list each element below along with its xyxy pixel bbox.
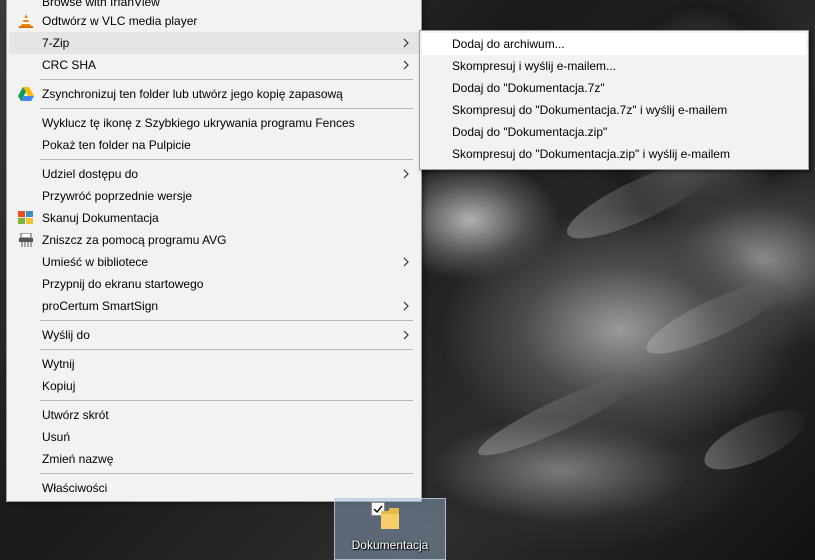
menu-item-label: Pokaż ten folder na Pulpicie: [42, 138, 191, 152]
chevron-right-icon: [403, 301, 409, 311]
menu-separator: [40, 108, 413, 109]
menu-separator: [40, 320, 413, 321]
desktop-icon-label: Dokumentacja: [351, 538, 429, 552]
menu-item-label: Udziel dostępu do: [42, 167, 139, 181]
menu-item-restore-versions[interactable]: Przywróć poprzednie wersje: [9, 185, 419, 207]
menu-separator: [40, 79, 413, 80]
menu-item-label: Przywróć poprzednie wersje: [42, 189, 193, 203]
menu-item-avg-shred[interactable]: Zniszcz za pomocą programu AVG: [9, 229, 419, 251]
menu-item-include-in-library[interactable]: Umieść w bibliotece: [9, 251, 419, 273]
submenu-item-label: Dodaj do archiwum...: [452, 37, 565, 51]
menu-item-pin-to-start[interactable]: Przypnij do ekranu startowego: [9, 273, 419, 295]
menu-item-avg-scan[interactable]: Skanuj Dokumentacja: [9, 207, 419, 229]
menu-item-vlc[interactable]: Odtwórz w VLC media player: [9, 10, 419, 32]
menu-item-google-drive-sync[interactable]: Zsynchronizuj ten folder lub utwórz jego…: [9, 83, 419, 105]
submenu-item-label: Skompresuj i wyślij e-mailem...: [452, 59, 617, 73]
shredder-icon: [19, 233, 33, 247]
folder-icon: [381, 508, 399, 529]
menu-item-label: Właściwości: [42, 481, 108, 495]
menu-item-label: Kopiuj: [42, 379, 76, 393]
menu-item-label: Wyklucz tę ikonę z Szybkiego ukrywania p…: [42, 116, 355, 130]
chevron-right-icon: [403, 38, 409, 48]
avg-icon: [18, 211, 33, 224]
submenu-item-compress-email[interactable]: Skompresuj i wyślij e-mailem...: [422, 55, 806, 77]
menu-item-label: Wyślij do: [42, 328, 90, 342]
menu-item-label: Wytnij: [42, 357, 75, 371]
menu-item-copy[interactable]: Kopiuj: [9, 375, 419, 397]
submenu-item-label: Dodaj do "Dokumentacja.7z": [452, 81, 605, 95]
desktop-folder-icon[interactable]: Dokumentacja: [334, 498, 446, 560]
menu-item-properties[interactable]: Właściwości: [9, 477, 419, 499]
menu-item-label: Skanuj Dokumentacja: [42, 211, 159, 225]
vlc-cone-icon: [19, 14, 33, 28]
submenu-item-label: Skompresuj do "Dokumentacja.7z" i wyślij…: [452, 103, 728, 117]
submenu-item-label: Skompresuj do "Dokumentacja.zip" i wyśli…: [452, 147, 730, 161]
menu-item-label: Umieść w bibliotece: [42, 255, 149, 269]
chevron-right-icon: [403, 169, 409, 179]
menu-item-procertum[interactable]: proCertum SmartSign: [9, 295, 419, 317]
submenu-item-compress-zip-email[interactable]: Skompresuj do "Dokumentacja.zip" i wyśli…: [422, 143, 806, 165]
menu-separator: [40, 159, 413, 160]
7zip-submenu: Dodaj do archiwum... Skompresuj i wyślij…: [419, 30, 809, 170]
menu-item-give-access[interactable]: Udziel dostępu do: [9, 163, 419, 185]
menu-item-create-shortcut[interactable]: Utwórz skrót: [9, 404, 419, 426]
menu-item-label: proCertum SmartSign: [42, 299, 159, 313]
menu-item-label: Zniszcz za pomocą programu AVG: [42, 233, 227, 247]
submenu-item-compress-7z-email[interactable]: Skompresuj do "Dokumentacja.7z" i wyślij…: [422, 99, 806, 121]
menu-item-label: Odtwórz w VLC media player: [42, 14, 198, 28]
chevron-right-icon: [403, 257, 409, 267]
submenu-item-add-to-archive[interactable]: Dodaj do archiwum...: [422, 33, 806, 55]
menu-item-label: Przypnij do ekranu startowego: [42, 277, 204, 291]
submenu-item-add-to-zip[interactable]: Dodaj do "Dokumentacja.zip": [422, 121, 806, 143]
menu-item-label: 7-Zip: [42, 36, 70, 50]
menu-item-fences-exclude[interactable]: Wyklucz tę ikonę z Szybkiego ukrywania p…: [9, 112, 419, 134]
menu-item-send-to[interactable]: Wyślij do: [9, 324, 419, 346]
submenu-item-label: Dodaj do "Dokumentacja.zip": [452, 125, 608, 139]
menu-item-label: Usuń: [42, 430, 71, 444]
menu-item-crc-sha[interactable]: CRC SHA: [9, 54, 419, 76]
menu-item-cut[interactable]: Wytnij: [9, 353, 419, 375]
menu-separator: [40, 400, 413, 401]
chevron-right-icon: [403, 330, 409, 340]
google-drive-icon: [18, 87, 34, 101]
menu-separator: [40, 349, 413, 350]
menu-item-show-on-desktop[interactable]: Pokaż ten folder na Pulpicie: [9, 134, 419, 156]
context-menu: Browse with IrfanView Odtwórz w VLC medi…: [6, 0, 422, 502]
menu-item-label: Zmień nazwę: [42, 452, 114, 466]
submenu-item-add-to-7z[interactable]: Dodaj do "Dokumentacja.7z": [422, 77, 806, 99]
menu-item-label: CRC SHA: [42, 58, 97, 72]
menu-item-label: Zsynchronizuj ten folder lub utwórz jego…: [42, 87, 343, 101]
menu-item-7zip[interactable]: 7-Zip: [9, 32, 419, 54]
menu-item-label: Utwórz skrót: [42, 408, 109, 422]
menu-separator: [40, 473, 413, 474]
chevron-right-icon: [403, 60, 409, 70]
menu-item-delete[interactable]: Usuń: [9, 426, 419, 448]
menu-item-rename[interactable]: Zmień nazwę: [9, 448, 419, 470]
